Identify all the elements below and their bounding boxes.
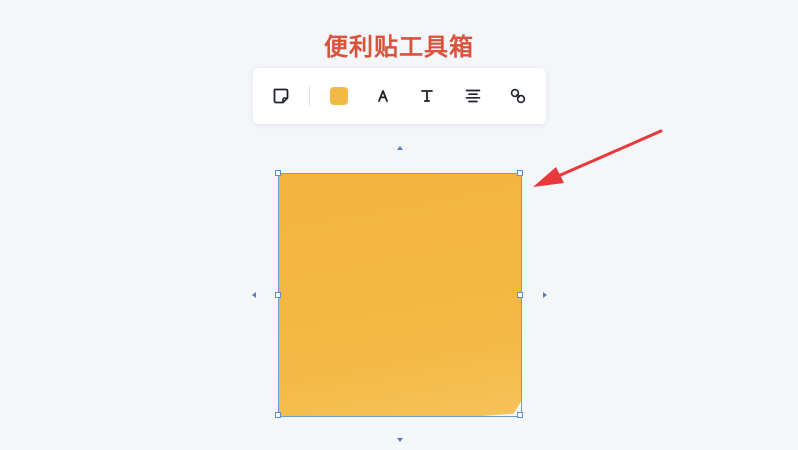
connector-handle-top[interactable] [397, 146, 403, 150]
resize-handle-top-left[interactable] [275, 170, 281, 176]
font-a-icon [378, 90, 388, 102]
page-title: 便利贴工具箱 [324, 33, 474, 61]
connector-handle-right[interactable] [543, 292, 547, 298]
text-style-button[interactable] [415, 84, 439, 108]
link-icon [510, 88, 526, 104]
sticky-note[interactable] [279, 174, 521, 416]
sticky-shape-button[interactable] [269, 84, 293, 108]
font-color-button[interactable] [371, 84, 395, 108]
text-t-icon [421, 90, 433, 102]
resize-handle-middle-left[interactable] [275, 292, 281, 298]
fill-color-button[interactable] [327, 84, 351, 108]
resize-handle-top-right[interactable] [517, 170, 523, 176]
resize-handle-bottom-left[interactable] [275, 412, 281, 418]
align-button[interactable] [461, 84, 485, 108]
sticky-note-icon [273, 88, 289, 104]
resize-handle-middle-right[interactable] [517, 292, 523, 298]
toolbar-divider [309, 86, 310, 106]
connector-handle-bottom[interactable] [397, 438, 403, 442]
color-swatch-icon [330, 87, 348, 105]
align-center-icon [465, 89, 481, 103]
resize-handle-bottom-right[interactable] [517, 412, 523, 418]
connector-handle-left[interactable] [252, 292, 256, 298]
link-button[interactable] [506, 84, 530, 108]
sticky-toolbar [253, 68, 546, 124]
